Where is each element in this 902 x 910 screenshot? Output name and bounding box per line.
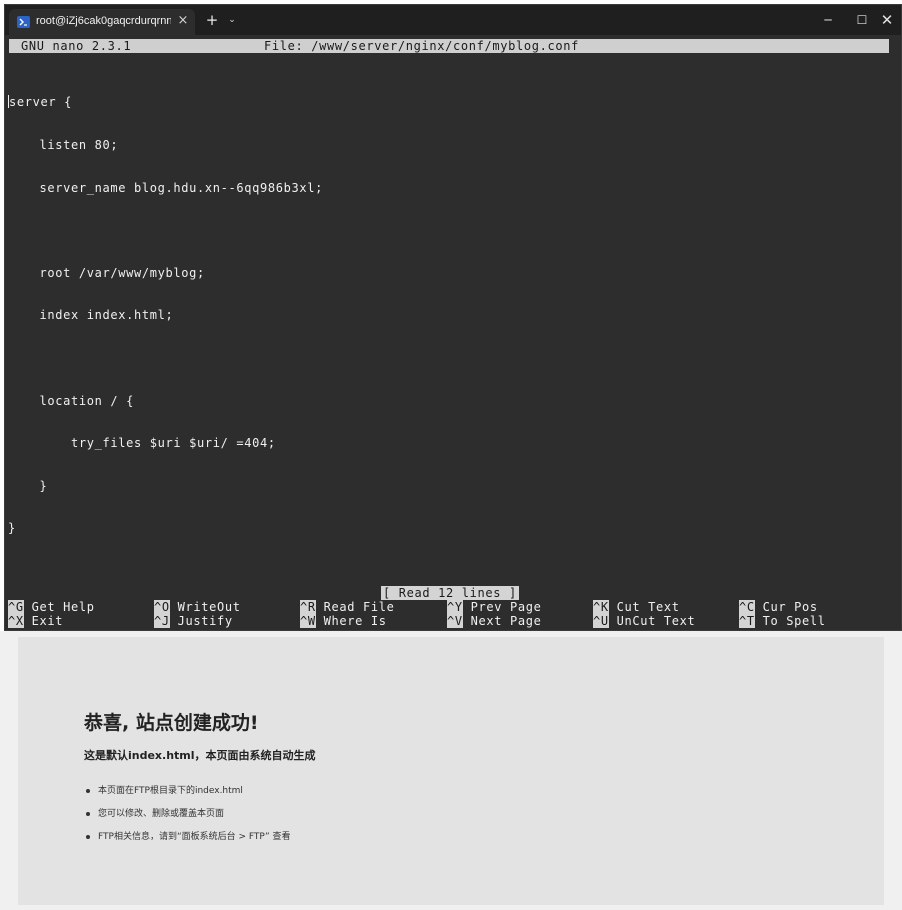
shortcut-next-page[interactable]: ^V Next Page (447, 614, 542, 628)
shortcut-cur-pos[interactable]: ^C Cur Pos (739, 600, 818, 614)
nano-file-path: File: /www/server/nginx/conf/myblog.conf (264, 39, 579, 53)
code-line: server_name blog.hdu.xn--6qq986b3xl; (8, 180, 323, 195)
welcome-panel: 恭喜, 站点创建成功! 这是默认index.html，本页面由系统自动生成 本页… (18, 637, 884, 905)
code-line: listen 80; (8, 138, 119, 152)
nano-status-message: [ Read 12 lines ] (381, 586, 519, 600)
code-line: index index.html; (8, 308, 174, 323)
shortcut-writeout[interactable]: ^O WriteOut (154, 600, 241, 614)
page-title: 恭喜, 站点创建成功! (84, 712, 259, 734)
powershell-icon (17, 16, 30, 28)
terminal-window: root@iZj6cak0gaqcrdurqrnnw × + ⌄ ─ ☐ ✕ G… (4, 4, 902, 631)
browser-page: 恭喜, 站点创建成功! 这是默认index.html，本页面由系统自动生成 本页… (0, 631, 902, 910)
list-item: FTP相关信息，请到“面板系统后台 > FTP” 查看 (84, 829, 291, 852)
shortcut-to-spell[interactable]: ^T To Spell (739, 614, 826, 628)
code-line: } (8, 521, 16, 536)
chevron-down-icon[interactable]: ⌄ (226, 13, 238, 27)
shortcut-uncut-text[interactable]: ^U UnCut Text (593, 614, 695, 628)
page-subtitle: 这是默认index.html，本页面由系统自动生成 (84, 749, 316, 762)
code-line: server { (8, 95, 72, 110)
shortcut-exit[interactable]: ^X Exit (8, 614, 63, 628)
code-line: root /var/www/myblog; (8, 265, 205, 280)
nano-shortcut-bar: ^G Get Help ^O WriteOut ^R Read File ^Y … (8, 600, 898, 630)
list-item: 本页面在FTP根目录下的index.html (84, 783, 291, 806)
tab-title: root@iZj6cak0gaqcrdurqrnnw (36, 15, 171, 27)
shortcut-prev-page[interactable]: ^Y Prev Page (447, 600, 542, 614)
code-line: try_files $uri $uri/ =404; (8, 436, 276, 451)
terminal-tab[interactable]: root@iZj6cak0gaqcrdurqrnnw × (9, 9, 195, 35)
close-window-button[interactable]: ✕ (872, 9, 901, 31)
title-bar: root@iZj6cak0gaqcrdurqrnnw × + ⌄ ─ ☐ ✕ (5, 5, 901, 35)
shortcut-cut-text[interactable]: ^K Cut Text (593, 600, 680, 614)
list-item: 您可以修改、删除或覆盖本页面 (84, 806, 291, 829)
bullet-icon (86, 835, 90, 839)
shortcut-where-is[interactable]: ^W Where Is (300, 614, 387, 628)
minimize-button[interactable]: ─ (813, 9, 843, 31)
tab-close-icon[interactable]: × (175, 12, 191, 30)
info-list: 本页面在FTP根目录下的index.html 您可以修改、删除或覆盖本页面 FT… (84, 783, 291, 852)
nano-header-bar: GNU nano 2.3.1 File: /www/server/nginx/c… (9, 39, 889, 53)
shortcut-get-help[interactable]: ^G Get Help (8, 600, 95, 614)
bullet-icon (86, 812, 90, 816)
editor-buffer[interactable]: server { listen 80; server_name blog.hdu… (8, 67, 888, 564)
code-line: } (8, 478, 48, 493)
bullet-icon (86, 789, 90, 793)
nano-version: GNU nano 2.3.1 (21, 39, 132, 53)
shortcut-read-file[interactable]: ^R Read File (300, 600, 395, 614)
new-tab-button[interactable]: + (204, 12, 220, 28)
code-line: location / { (8, 393, 134, 408)
shortcut-justify[interactable]: ^J Justify (154, 614, 233, 628)
